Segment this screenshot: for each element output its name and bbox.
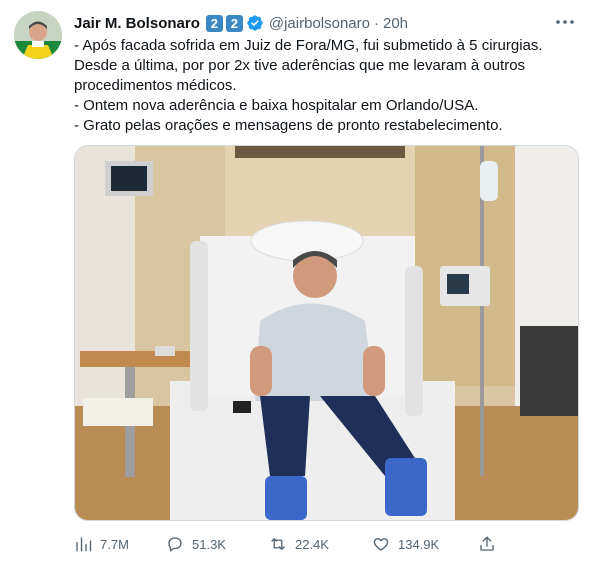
more-options-icon[interactable]: [553, 10, 577, 34]
share-button[interactable]: [478, 532, 504, 556]
tweet-timestamp[interactable]: 20h: [383, 15, 408, 32]
tweet-text-line: - Grato pelas orações e mensagens de pro…: [74, 117, 503, 134]
share-upload-icon: [480, 536, 494, 551]
reply-button[interactable]: 51.3K: [166, 532, 226, 556]
tweet-text: - Após facada sofrida em Juiz de Fora/MG…: [74, 36, 574, 136]
tweet-card[interactable]: Jair M. Bolsonaro 2 2 @jairbolsonaro · 2…: [0, 0, 593, 568]
like-button[interactable]: 134.9K: [372, 532, 439, 556]
replies-count: 51.3K: [192, 536, 226, 552]
tweet-photo[interactable]: [74, 145, 579, 521]
tweet-actions: 7.7M 51.3K 22.4K 134.9K: [74, 532, 579, 556]
views-count: 7.7M: [100, 536, 129, 552]
keycap-two-emoji: 2: [205, 14, 223, 32]
author-handle[interactable]: @jairbolsonaro: [269, 15, 370, 32]
author-name[interactable]: Jair M. Bolsonaro: [74, 15, 200, 32]
keycap-two-emoji: 2: [225, 14, 243, 32]
retweet-icon: [271, 538, 285, 550]
retweet-button[interactable]: 22.4K: [269, 532, 329, 556]
tweet-text-line: - Após facada sofrida em Juiz de Fora/MG…: [74, 37, 543, 54]
tweet-text-line: Desde a última, por por 2x tive aderênci…: [74, 57, 526, 74]
tweet-text-line: - Ontem nova aderência e baixa hospitala…: [74, 97, 479, 114]
likes-count: 134.9K: [398, 536, 440, 552]
separator-dot: ·: [373, 14, 379, 32]
heart-icon: [373, 538, 389, 551]
author-avatar[interactable]: [14, 11, 62, 59]
speech-bubble-icon: [168, 537, 182, 552]
tweet-text-line: procedimentos médicos.: [74, 77, 237, 94]
bar-chart-icon: [76, 537, 92, 552]
avatar-image: [14, 11, 62, 59]
retweets-count: 22.4K: [295, 536, 329, 552]
tweet-header: Jair M. Bolsonaro 2 2 @jairbolsonaro · 2…: [74, 12, 579, 34]
verified-badge-icon: [247, 15, 263, 31]
hospital-room-photo: [75, 146, 578, 520]
views-button[interactable]: 7.7M: [74, 532, 129, 556]
